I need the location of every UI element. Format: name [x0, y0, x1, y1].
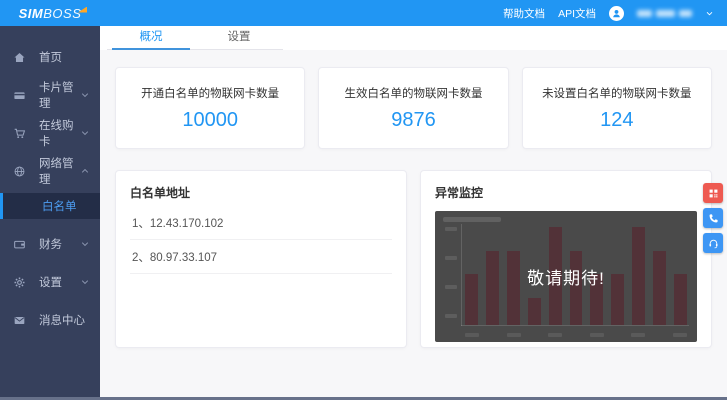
panel-title: 白名单地址	[130, 186, 191, 200]
whitelist-address-list: 1、12.43.170.102 2、80.97.33.107	[130, 206, 392, 274]
phone-icon	[709, 213, 718, 222]
brand-name-bold: SIM	[18, 5, 44, 21]
qrcode-button[interactable]	[703, 183, 723, 203]
stat-value: 10000	[182, 108, 238, 131]
tab-overview[interactable]: 概况	[107, 26, 195, 50]
sidebar-item-settings[interactable]: 设置	[0, 263, 100, 301]
coming-soon-overlay: 敬请期待!	[527, 269, 605, 288]
stat-value: 124	[600, 108, 634, 131]
network-icon	[13, 165, 26, 178]
sidebar-item-finance[interactable]: 财务	[0, 225, 100, 263]
anomaly-monitor-chart: 敬请期待!	[435, 211, 697, 342]
sidebar-item-label: 首页	[39, 52, 62, 64]
topbar: SIMBOSS 帮助文档 API文档	[0, 0, 727, 26]
cart-icon	[13, 127, 26, 140]
stat-title: 生效白名单的物联网卡数量	[344, 87, 483, 100]
tabs-bar: 概况 设置	[100, 26, 727, 50]
stat-value: 9876	[391, 108, 436, 131]
list-item: 2、80.97.33.107	[130, 240, 392, 274]
anomaly-monitor-panel: 异常监控 敬请期待!	[420, 170, 712, 348]
help-docs-link[interactable]: 帮助文档	[503, 6, 545, 21]
sidebar-menu: 首页 卡片管理 在线购卡 网络管理 白名单 财务 设置 消息中心	[0, 26, 100, 339]
phone-contact-button[interactable]	[703, 208, 723, 228]
stat-title: 未设置白名单的物联网卡数量	[542, 87, 692, 100]
stat-card-whitelist-unset: 未设置白名单的物联网卡数量 124	[521, 67, 712, 149]
tabs: 概况 设置	[107, 26, 283, 50]
sidebar-item-label: 白名单	[42, 201, 77, 213]
sidebar: 首页 卡片管理 在线购卡 网络管理 白名单 财务 设置 消息中心	[0, 26, 100, 397]
sidebar-item-buy-cards-online[interactable]: 在线购卡	[0, 114, 100, 152]
sidebar-item-label: 网络管理	[39, 158, 74, 186]
sidebar-item-label: 在线购卡	[39, 120, 74, 148]
headset-icon	[708, 239, 718, 248]
customer-service-button[interactable]	[703, 233, 723, 253]
sidebar-item-whitelist-active[interactable]: 白名单	[0, 193, 100, 219]
main-content: 开通白名单的物联网卡数量 10000 生效白名单的物联网卡数量 9876 未设置…	[100, 50, 727, 397]
sidebar-item-label: 设置	[39, 277, 62, 289]
sidebar-item-network-management[interactable]: 网络管理	[0, 152, 100, 190]
whitelist-address-panel: 白名单地址 1、12.43.170.102 2、80.97.33.107	[115, 170, 407, 348]
sidebar-item-message-center[interactable]: 消息中心	[0, 301, 100, 339]
tab-settings[interactable]: 设置	[195, 26, 283, 49]
chevron-down-icon	[80, 239, 90, 249]
sidebar-item-label: 财务	[39, 239, 62, 251]
wallet-icon	[13, 238, 26, 251]
sidebar-item-card-management[interactable]: 卡片管理	[0, 76, 100, 114]
api-docs-link[interactable]: API文档	[558, 6, 596, 21]
sidebar-item-home[interactable]: 首页	[0, 38, 100, 76]
person-icon	[613, 9, 620, 17]
chevron-down-icon	[80, 277, 90, 287]
brand-logo: SIMBOSS	[0, 6, 100, 21]
stat-card-whitelist-effective: 生效白名单的物联网卡数量 9876	[318, 67, 509, 149]
user-avatar[interactable]	[609, 5, 624, 21]
brand-name-light: BOSS	[43, 5, 82, 21]
mail-icon	[13, 314, 26, 327]
stat-title: 开通白名单的物联网卡数量	[141, 87, 280, 100]
home-icon	[13, 51, 26, 64]
panels-row: 白名单地址 1、12.43.170.102 2、80.97.33.107 异常监…	[115, 170, 712, 348]
sidebar-item-label: 卡片管理	[39, 82, 74, 110]
card-icon	[13, 89, 26, 102]
chevron-up-icon	[80, 166, 90, 176]
stats-row: 开通白名单的物联网卡数量 10000 生效白名单的物联网卡数量 9876 未设置…	[115, 67, 712, 149]
sidebar-item-label: 消息中心	[39, 315, 85, 327]
chevron-down-icon[interactable]	[705, 9, 714, 18]
list-item: 1、12.43.170.102	[130, 206, 392, 240]
chevron-down-icon	[80, 90, 90, 100]
user-phone-blurred[interactable]	[637, 9, 692, 17]
gear-icon	[13, 276, 26, 289]
chevron-down-icon	[80, 128, 90, 138]
panel-title: 异常监控	[435, 186, 484, 200]
qrcode-icon	[709, 189, 717, 197]
floating-button-column	[703, 183, 723, 253]
topbar-right: 帮助文档 API文档	[503, 5, 727, 21]
stat-card-whitelist-opened: 开通白名单的物联网卡数量 10000	[115, 67, 306, 149]
